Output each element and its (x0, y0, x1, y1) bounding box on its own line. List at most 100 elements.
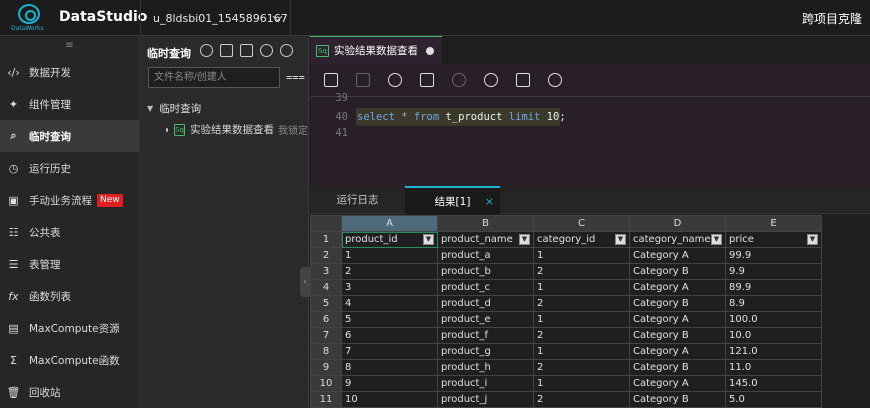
table-cell[interactable]: 1 (533, 343, 630, 360)
sidebar-item-maxcompute-resources[interactable]: ▤ MaxCompute资源 (0, 312, 139, 344)
save-icon[interactable] (324, 73, 338, 87)
filter-dropdown-icon[interactable]: ▼ (615, 234, 626, 245)
row-number[interactable]: 8 (310, 343, 342, 360)
table-cell[interactable]: Category B (629, 391, 726, 408)
row-number[interactable]: 7 (310, 327, 342, 344)
filter-dropdown-icon[interactable]: ▼ (519, 234, 530, 245)
row-number[interactable]: 3 (310, 263, 342, 280)
table-cell[interactable]: Category A (629, 375, 726, 392)
column-letter[interactable]: A (341, 215, 438, 232)
table-cell[interactable]: Category A (629, 343, 726, 360)
sidebar-item-run-history[interactable]: ◷ 运行历史 (0, 152, 139, 184)
table-cell[interactable]: 8.9 (725, 295, 822, 312)
run-icon[interactable] (388, 73, 402, 87)
table-cell[interactable]: Category A (629, 279, 726, 296)
table-cell[interactable]: product_d (437, 295, 534, 312)
table-cell[interactable]: 10.0 (725, 327, 822, 344)
column-header[interactable]: product_id ▼ (341, 231, 438, 248)
column-header[interactable]: product_name ▼ (437, 231, 534, 248)
lock-icon[interactable] (356, 73, 370, 87)
sidebar-item-public-tables[interactable]: ☷ 公共表 (0, 216, 139, 248)
table-cell[interactable]: 5 (341, 311, 438, 328)
table-cell[interactable]: 2 (533, 391, 630, 408)
table-cell[interactable]: 7 (341, 343, 438, 360)
new-file-icon[interactable] (240, 44, 253, 57)
file-search-input[interactable] (148, 67, 280, 88)
stop-icon[interactable] (452, 73, 466, 87)
table-cell[interactable]: product_j (437, 391, 534, 408)
tree-file-item[interactable]: Sq 实验结果数据查看 我锁定 (166, 122, 308, 137)
table-cell[interactable]: Category B (629, 295, 726, 312)
code-area[interactable]: 39 40 41 select * from t_product limit 1… (310, 92, 870, 186)
table-cell[interactable]: product_b (437, 263, 534, 280)
column-header[interactable]: category_id ▼ (533, 231, 630, 248)
table-cell[interactable]: 145.0 (725, 375, 822, 392)
table-cell[interactable]: product_g (437, 343, 534, 360)
filter-dropdown-icon[interactable]: ▼ (711, 234, 722, 245)
table-cell[interactable]: 1 (533, 279, 630, 296)
table-cell[interactable]: 10 (341, 391, 438, 408)
row-number[interactable]: 1 (310, 231, 342, 248)
table-cell[interactable]: 2 (533, 327, 630, 344)
table-cell[interactable]: 100.0 (725, 311, 822, 328)
sidebar-item-table-management[interactable]: ☰ 表管理 (0, 248, 139, 280)
column-header[interactable]: category_name ▼ (629, 231, 726, 248)
reload-icon[interactable] (484, 73, 498, 87)
table-cell[interactable]: product_h (437, 359, 534, 376)
row-number[interactable]: 11 (310, 391, 342, 408)
table-cell[interactable]: product_i (437, 375, 534, 392)
tab-result-1[interactable]: 结果[1] × (405, 186, 500, 214)
table-cell[interactable]: 9.9 (725, 263, 822, 280)
table-cell[interactable]: 1 (533, 375, 630, 392)
table-cell[interactable]: product_c (437, 279, 534, 296)
row-number[interactable]: 2 (310, 247, 342, 264)
row-number[interactable]: 10 (310, 375, 342, 392)
user-filter-icon[interactable] (200, 44, 213, 57)
row-number[interactable]: 4 (310, 279, 342, 296)
column-letter[interactable]: E (725, 215, 822, 232)
table-cell[interactable]: 2 (533, 359, 630, 376)
tab-run-log[interactable]: 运行日志 (310, 186, 405, 214)
table-cell[interactable]: 4 (341, 295, 438, 312)
tree-folder-temp-query[interactable]: ▼ 临时查询 (147, 101, 201, 116)
unsaved-dot-icon[interactable] (426, 46, 434, 55)
table-cell[interactable]: 1 (533, 311, 630, 328)
table-cell[interactable]: Category A (629, 311, 726, 328)
menu-toggle-icon[interactable]: ≡ (0, 36, 139, 56)
table-cell[interactable]: 11.0 (725, 359, 822, 376)
editor-tab[interactable]: Sq 实验结果数据查看 (310, 36, 442, 64)
column-header[interactable]: price ▼ (725, 231, 822, 248)
filter-dropdown-icon[interactable]: ▼ (807, 234, 818, 245)
table-cell[interactable]: 2 (533, 295, 630, 312)
filter-icon[interactable]: ⩶ (286, 71, 305, 83)
grid-corner[interactable] (310, 215, 342, 232)
sidebar-item-data-dev[interactable]: ‹/› 数据开发 (0, 56, 139, 88)
sidebar-item-maxcompute-functions[interactable]: Σ MaxCompute函数 (0, 344, 139, 376)
column-letter[interactable]: B (437, 215, 534, 232)
column-letter[interactable]: C (533, 215, 630, 232)
row-number[interactable]: 6 (310, 311, 342, 328)
sidebar-item-function-list[interactable]: fx 函数列表 (0, 280, 139, 312)
table-cell[interactable]: 2 (341, 263, 438, 280)
sidebar-item-recycle-bin[interactable]: 🗑 回收站 (0, 376, 139, 408)
locate-icon[interactable] (280, 44, 293, 57)
table-cell[interactable]: Category A (629, 247, 726, 264)
cross-project-clone-link[interactable]: 跨项目克隆 (802, 10, 862, 27)
table-cell[interactable]: 8 (341, 359, 438, 376)
run-params-icon[interactable] (420, 73, 434, 87)
table-cell[interactable]: 5.0 (725, 391, 822, 408)
collapse-panel-handle[interactable]: ‹ (300, 267, 310, 297)
table-cell[interactable]: 99.9 (725, 247, 822, 264)
table-cell[interactable]: 9 (341, 375, 438, 392)
table-cell[interactable]: 121.0 (725, 343, 822, 360)
sidebar-item-components[interactable]: ✦ 组件管理 (0, 88, 139, 120)
table-cell[interactable]: 2 (533, 263, 630, 280)
table-cell[interactable]: 6 (341, 327, 438, 344)
table-cell[interactable]: 1 (533, 247, 630, 264)
table-cell[interactable]: Category B (629, 327, 726, 344)
table-cell[interactable]: 3 (341, 279, 438, 296)
code-line-40[interactable]: select * from t_product limit 10; (356, 108, 566, 126)
row-number[interactable]: 5 (310, 295, 342, 312)
filter-dropdown-icon[interactable]: ▼ (423, 234, 434, 245)
column-letter[interactable]: D (629, 215, 726, 232)
